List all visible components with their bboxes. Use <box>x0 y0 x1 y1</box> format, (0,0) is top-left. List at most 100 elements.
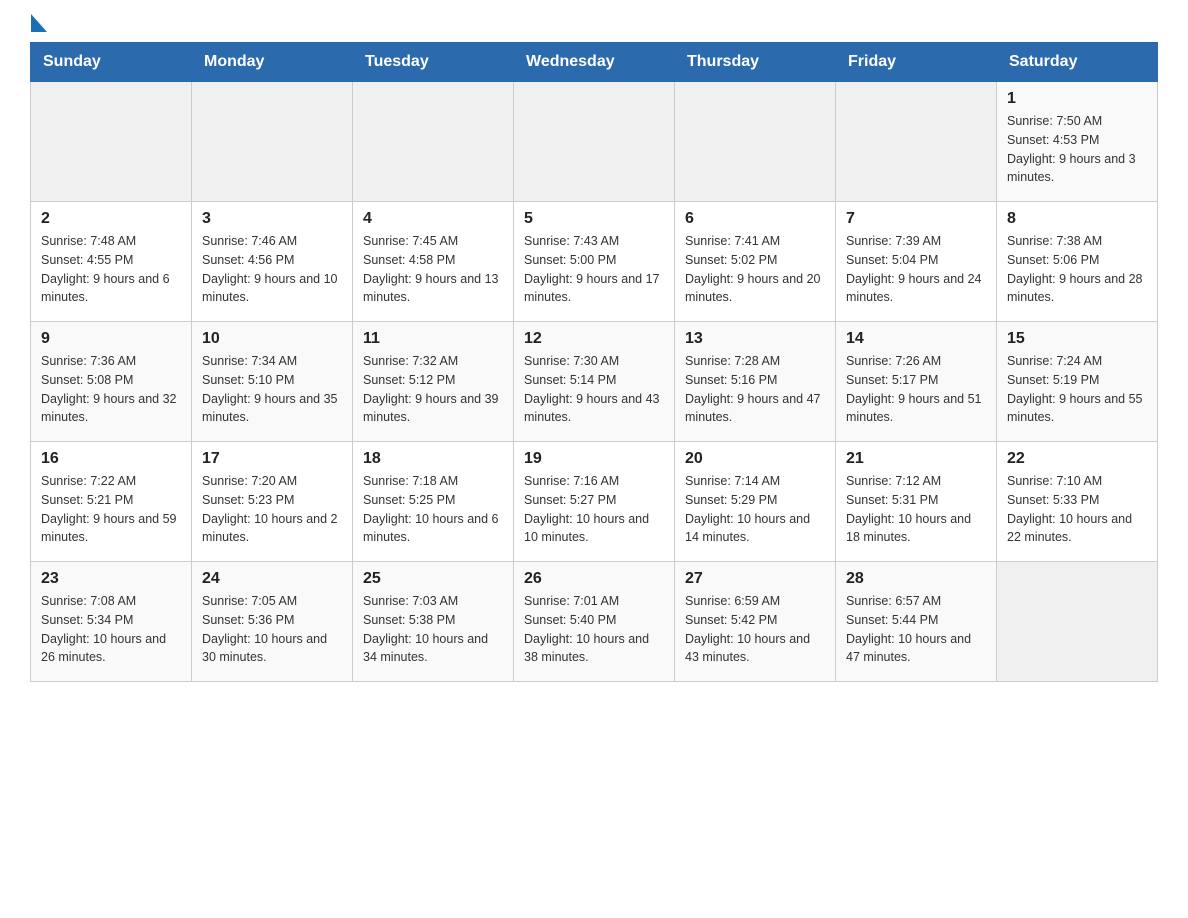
calendar-cell: 12 Sunrise: 7:30 AM Sunset: 5:14 PM Dayli… <box>514 322 675 442</box>
day-header-tuesday: Tuesday <box>353 43 514 82</box>
day-number: 11 <box>363 330 503 348</box>
day-header-sunday: Sunday <box>31 43 192 82</box>
day-info: Sunrise: 7:10 AM Sunset: 5:33 PM Dayligh… <box>1007 472 1147 547</box>
day-number: 8 <box>1007 210 1147 228</box>
day-number: 12 <box>524 330 664 348</box>
day-number: 25 <box>363 570 503 588</box>
day-info: Sunrise: 7:18 AM Sunset: 5:25 PM Dayligh… <box>363 472 503 547</box>
page-header <box>30 20 1158 32</box>
day-info: Sunrise: 7:38 AM Sunset: 5:06 PM Dayligh… <box>1007 232 1147 307</box>
day-number: 2 <box>41 210 181 228</box>
calendar-cell <box>836 82 997 202</box>
day-info: Sunrise: 7:30 AM Sunset: 5:14 PM Dayligh… <box>524 352 664 427</box>
logo <box>30 20 47 32</box>
day-number: 1 <box>1007 90 1147 108</box>
calendar-cell: 10 Sunrise: 7:34 AM Sunset: 5:10 PM Dayli… <box>192 322 353 442</box>
calendar-cell <box>675 82 836 202</box>
day-number: 17 <box>202 450 342 468</box>
day-number: 21 <box>846 450 986 468</box>
day-info: Sunrise: 7:24 AM Sunset: 5:19 PM Dayligh… <box>1007 352 1147 427</box>
day-number: 13 <box>685 330 825 348</box>
calendar-cell: 14 Sunrise: 7:26 AM Sunset: 5:17 PM Dayli… <box>836 322 997 442</box>
calendar-table: SundayMondayTuesdayWednesdayThursdayFrid… <box>30 42 1158 682</box>
day-info: Sunrise: 7:16 AM Sunset: 5:27 PM Dayligh… <box>524 472 664 547</box>
day-header-thursday: Thursday <box>675 43 836 82</box>
day-number: 16 <box>41 450 181 468</box>
day-info: Sunrise: 7:36 AM Sunset: 5:08 PM Dayligh… <box>41 352 181 427</box>
day-info: Sunrise: 7:50 AM Sunset: 4:53 PM Dayligh… <box>1007 112 1147 187</box>
day-number: 27 <box>685 570 825 588</box>
calendar-cell: 15 Sunrise: 7:24 AM Sunset: 5:19 PM Dayli… <box>997 322 1158 442</box>
day-number: 19 <box>524 450 664 468</box>
calendar-cell <box>31 82 192 202</box>
calendar-cell: 25 Sunrise: 7:03 AM Sunset: 5:38 PM Dayli… <box>353 562 514 682</box>
day-header-saturday: Saturday <box>997 43 1158 82</box>
day-info: Sunrise: 7:28 AM Sunset: 5:16 PM Dayligh… <box>685 352 825 427</box>
day-info: Sunrise: 6:57 AM Sunset: 5:44 PM Dayligh… <box>846 592 986 667</box>
calendar-cell: 27 Sunrise: 6:59 AM Sunset: 5:42 PM Dayli… <box>675 562 836 682</box>
day-number: 10 <box>202 330 342 348</box>
calendar-week-row: 16 Sunrise: 7:22 AM Sunset: 5:21 PM Dayli… <box>31 442 1158 562</box>
day-number: 7 <box>846 210 986 228</box>
day-info: Sunrise: 7:22 AM Sunset: 5:21 PM Dayligh… <box>41 472 181 547</box>
day-number: 5 <box>524 210 664 228</box>
day-header-monday: Monday <box>192 43 353 82</box>
day-info: Sunrise: 7:39 AM Sunset: 5:04 PM Dayligh… <box>846 232 986 307</box>
calendar-cell: 11 Sunrise: 7:32 AM Sunset: 5:12 PM Dayli… <box>353 322 514 442</box>
logo-arrow-icon <box>31 14 47 32</box>
calendar-cell <box>997 562 1158 682</box>
calendar-cell: 19 Sunrise: 7:16 AM Sunset: 5:27 PM Dayli… <box>514 442 675 562</box>
calendar-cell <box>514 82 675 202</box>
day-number: 24 <box>202 570 342 588</box>
calendar-cell: 9Sunrise: 7:36 AM Sunset: 5:08 PM Daylig… <box>31 322 192 442</box>
day-number: 15 <box>1007 330 1147 348</box>
day-number: 14 <box>846 330 986 348</box>
day-info: Sunrise: 7:14 AM Sunset: 5:29 PM Dayligh… <box>685 472 825 547</box>
day-info: Sunrise: 7:48 AM Sunset: 4:55 PM Dayligh… <box>41 232 181 307</box>
calendar-cell: 21 Sunrise: 7:12 AM Sunset: 5:31 PM Dayli… <box>836 442 997 562</box>
day-number: 28 <box>846 570 986 588</box>
calendar-cell: 24Sunrise: 7:05 AM Sunset: 5:36 PM Dayli… <box>192 562 353 682</box>
day-info: Sunrise: 7:41 AM Sunset: 5:02 PM Dayligh… <box>685 232 825 307</box>
calendar-week-row: 23Sunrise: 7:08 AM Sunset: 5:34 PM Dayli… <box>31 562 1158 682</box>
calendar-cell: 13 Sunrise: 7:28 AM Sunset: 5:16 PM Dayli… <box>675 322 836 442</box>
day-info: Sunrise: 7:43 AM Sunset: 5:00 PM Dayligh… <box>524 232 664 307</box>
day-number: 22 <box>1007 450 1147 468</box>
calendar-cell: 16 Sunrise: 7:22 AM Sunset: 5:21 PM Dayli… <box>31 442 192 562</box>
calendar-cell: 4Sunrise: 7:45 AM Sunset: 4:58 PM Daylig… <box>353 202 514 322</box>
calendar-cell: 1 Sunrise: 7:50 AM Sunset: 4:53 PM Daylig… <box>997 82 1158 202</box>
day-info: Sunrise: 7:03 AM Sunset: 5:38 PM Dayligh… <box>363 592 503 667</box>
day-info: Sunrise: 6:59 AM Sunset: 5:42 PM Dayligh… <box>685 592 825 667</box>
calendar-cell: 3Sunrise: 7:46 AM Sunset: 4:56 PM Daylig… <box>192 202 353 322</box>
calendar-week-row: 9Sunrise: 7:36 AM Sunset: 5:08 PM Daylig… <box>31 322 1158 442</box>
calendar-week-row: 1 Sunrise: 7:50 AM Sunset: 4:53 PM Daylig… <box>31 82 1158 202</box>
day-number: 6 <box>685 210 825 228</box>
calendar-cell: 6 Sunrise: 7:41 AM Sunset: 5:02 PM Daylig… <box>675 202 836 322</box>
day-number: 20 <box>685 450 825 468</box>
day-number: 26 <box>524 570 664 588</box>
day-info: Sunrise: 7:20 AM Sunset: 5:23 PM Dayligh… <box>202 472 342 547</box>
day-info: Sunrise: 7:12 AM Sunset: 5:31 PM Dayligh… <box>846 472 986 547</box>
day-info: Sunrise: 7:32 AM Sunset: 5:12 PM Dayligh… <box>363 352 503 427</box>
calendar-cell: 17 Sunrise: 7:20 AM Sunset: 5:23 PM Dayli… <box>192 442 353 562</box>
calendar-cell: 28 Sunrise: 6:57 AM Sunset: 5:44 PM Dayli… <box>836 562 997 682</box>
calendar-cell: 20 Sunrise: 7:14 AM Sunset: 5:29 PM Dayli… <box>675 442 836 562</box>
calendar-cell: 18 Sunrise: 7:18 AM Sunset: 5:25 PM Dayli… <box>353 442 514 562</box>
calendar-cell: 7 Sunrise: 7:39 AM Sunset: 5:04 PM Daylig… <box>836 202 997 322</box>
calendar-cell: 22 Sunrise: 7:10 AM Sunset: 5:33 PM Dayli… <box>997 442 1158 562</box>
calendar-cell <box>353 82 514 202</box>
day-number: 4 <box>363 210 503 228</box>
day-header-friday: Friday <box>836 43 997 82</box>
day-info: Sunrise: 7:08 AM Sunset: 5:34 PM Dayligh… <box>41 592 181 667</box>
day-info: Sunrise: 7:26 AM Sunset: 5:17 PM Dayligh… <box>846 352 986 427</box>
calendar-cell <box>192 82 353 202</box>
calendar-cell: 5 Sunrise: 7:43 AM Sunset: 5:00 PM Daylig… <box>514 202 675 322</box>
calendar-cell: 23Sunrise: 7:08 AM Sunset: 5:34 PM Dayli… <box>31 562 192 682</box>
calendar-header-row: SundayMondayTuesdayWednesdayThursdayFrid… <box>31 43 1158 82</box>
day-info: Sunrise: 7:34 AM Sunset: 5:10 PM Dayligh… <box>202 352 342 427</box>
calendar-week-row: 2 Sunrise: 7:48 AM Sunset: 4:55 PM Daylig… <box>31 202 1158 322</box>
day-number: 18 <box>363 450 503 468</box>
day-info: Sunrise: 7:46 AM Sunset: 4:56 PM Dayligh… <box>202 232 342 307</box>
calendar-cell: 8 Sunrise: 7:38 AM Sunset: 5:06 PM Daylig… <box>997 202 1158 322</box>
day-header-wednesday: Wednesday <box>514 43 675 82</box>
